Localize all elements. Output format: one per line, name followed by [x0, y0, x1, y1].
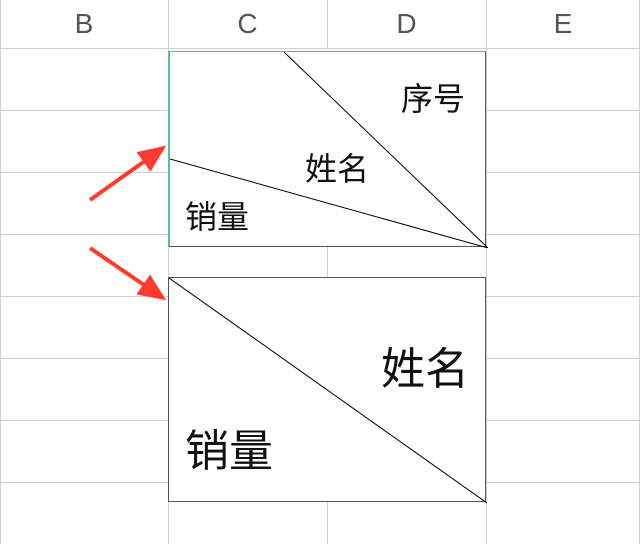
arrow-icon — [85, 240, 175, 310]
row-divider — [0, 420, 168, 421]
row-divider — [0, 234, 168, 235]
col-divider — [327, 502, 328, 544]
spreadsheet-grid[interactable]: B C D E 序号 姓名 销量 姓名 销量 — [0, 0, 640, 544]
diagonal-label-name: 姓名 — [305, 144, 369, 190]
column-header-c[interactable]: C — [168, 0, 327, 48]
row-divider — [486, 234, 640, 235]
column-header-b[interactable]: B — [0, 0, 168, 48]
column-header-e[interactable]: E — [486, 0, 640, 48]
diagonal-header-cell-two[interactable]: 姓名 销量 — [168, 277, 486, 502]
row-divider — [0, 482, 168, 483]
diagonal-label-sales: 销量 — [185, 415, 273, 479]
row-divider — [486, 296, 640, 297]
diagonal-label-seq: 序号 — [401, 74, 465, 120]
row-divider — [486, 110, 640, 111]
row-divider — [486, 420, 640, 421]
row-divider — [486, 358, 640, 359]
col-divider — [0, 0, 1, 544]
row-divider — [0, 358, 168, 359]
row-divider — [0, 48, 640, 49]
diagonal-label-sales: 销量 — [185, 192, 249, 238]
diagonal-label-name: 姓名 — [381, 333, 469, 397]
row-divider — [486, 172, 640, 173]
diagonal-header-cell-three[interactable]: 序号 姓名 销量 — [168, 51, 486, 247]
col-divider — [327, 247, 328, 277]
row-divider — [0, 110, 168, 111]
row-divider — [486, 482, 640, 483]
arrow-icon — [85, 140, 175, 210]
column-header-d[interactable]: D — [327, 0, 486, 48]
